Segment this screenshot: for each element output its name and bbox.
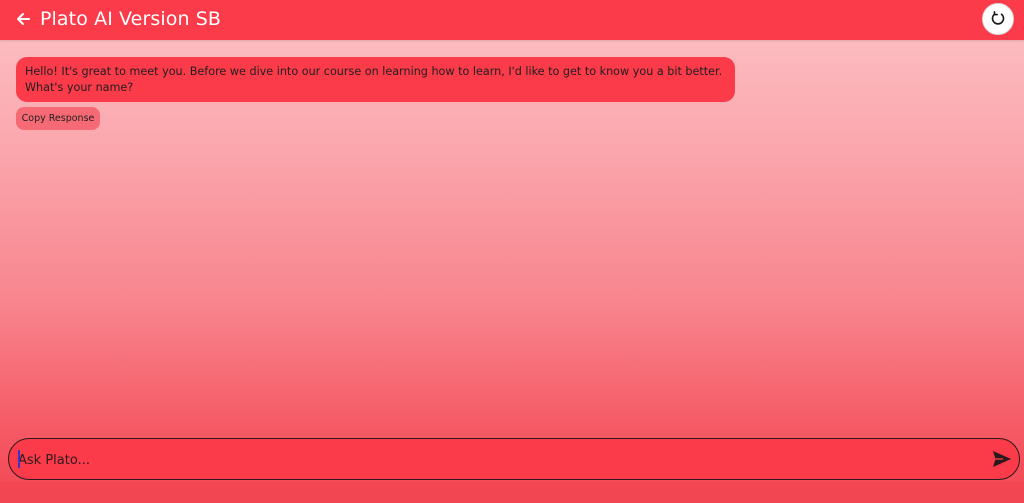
bottom-strip xyxy=(0,482,1024,503)
app-bar: Plato AI Version SB xyxy=(0,0,1024,40)
refresh-icon xyxy=(991,11,1005,25)
composer xyxy=(8,438,1020,480)
message-text: Hello! It's great to meet you. Before we… xyxy=(25,65,723,94)
page-title: Plato AI Version SB xyxy=(40,8,222,30)
send-icon xyxy=(993,451,1011,467)
reset-chat-button[interactable] xyxy=(982,3,1014,35)
ask-plato-input[interactable] xyxy=(18,449,978,471)
back-button[interactable] xyxy=(12,8,34,30)
send-button[interactable] xyxy=(991,449,1013,469)
text-caret xyxy=(18,450,20,468)
assistant-message: Hello! It's great to meet you. Before we… xyxy=(16,57,735,102)
copy-response-button[interactable]: Copy Response xyxy=(16,107,100,130)
arrow-left-icon xyxy=(17,13,30,25)
